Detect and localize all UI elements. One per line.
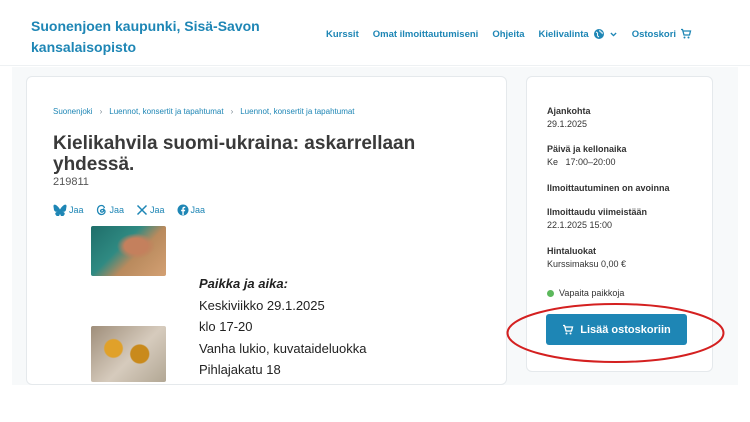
availability-dot-icon — [547, 289, 554, 297]
nav-courses[interactable]: Kurssit — [326, 29, 359, 40]
share-bluesky-button[interactable]: Jaa — [53, 204, 84, 216]
breadcrumb-item-3[interactable]: Luennot, konsertit ja tapahtumat — [240, 107, 354, 116]
breadcrumb-item-2[interactable]: Luennot, konsertit ja tapahtumat — [109, 107, 223, 116]
share-bar: Jaa Jaa Jaa Jaa — [53, 204, 217, 216]
breadcrumb-chevron-icon: › — [99, 107, 103, 116]
time-value: Ke 17:00–20:00 — [547, 157, 616, 167]
time-label: Päivä ja kellonaika — [547, 144, 627, 154]
course-photo-crafts — [91, 226, 166, 276]
description-line: Pihlajakatu 18 — [199, 362, 281, 377]
main-nav: Kurssit Omat ilmoittautumiseni Ohjeita K… — [326, 28, 692, 40]
nav-my-registrations[interactable]: Omat ilmoittautumiseni — [373, 29, 479, 40]
site-header: Suonenjoen kaupunki, Sisä-Savon kansalai… — [0, 0, 750, 66]
price-label: Hintaluokat — [547, 246, 597, 256]
breadcrumb-chevron-icon: › — [230, 107, 234, 116]
time-field: Päivä ja kellonaika Ke 17:00–20:00 — [547, 143, 627, 169]
course-description: Paikka ja aika: Keskiviikko 29.1.2025 kl… — [199, 273, 366, 381]
nav-cart[interactable]: Ostoskori — [632, 28, 692, 40]
site-brand-link[interactable]: Suonenjoen kaupunki, Sisä-Savon kansalai… — [31, 16, 291, 58]
share-x-button[interactable]: Jaa — [136, 204, 165, 216]
threads-icon — [96, 204, 106, 216]
registration-open-text: Ilmoittautuminen on avoinna — [547, 183, 670, 193]
deadline-value: 22.1.2025 15:00 — [547, 220, 613, 230]
date-label: Ajankohta — [547, 106, 591, 116]
availability-status: Vapaita paikkoja — [547, 288, 624, 298]
course-details-card: Suonenjoki › Luennot, konsertit ja tapah… — [26, 76, 507, 385]
registration-open-field: Ilmoittautuminen on avoinna — [547, 182, 670, 195]
breadcrumb: Suonenjoki › Luennot, konsertit ja tapah… — [53, 107, 355, 116]
chevron-down-icon — [610, 32, 617, 37]
share-x-label: Jaa — [150, 205, 165, 215]
description-line: Vanha lukio, kuvataideluokka — [199, 340, 367, 356]
deadline-label: Ilmoittaudu viimeistään — [547, 207, 648, 217]
cart-icon — [681, 28, 692, 39]
availability-text: Vapaita paikkoja — [559, 288, 625, 298]
deadline-field: Ilmoittaudu viimeistään 22.1.2025 15:00 — [547, 206, 647, 232]
course-title: Kielikahvila suomi-ukraina: askarrellaan… — [53, 133, 416, 175]
description-heading: Paikka ja aika: — [199, 276, 288, 291]
share-facebook-button[interactable]: Jaa — [177, 204, 206, 216]
breadcrumb-item-1[interactable]: Suonenjoki — [53, 107, 93, 116]
description-line: klo 17-20 — [199, 319, 253, 334]
nav-cart-label: Ostoskori — [631, 28, 677, 40]
nav-language-label: Kielivalinta — [538, 28, 589, 40]
globe-icon — [593, 29, 604, 39]
share-bluesky-label: Jaa — [69, 205, 84, 215]
x-icon — [137, 204, 148, 216]
course-photo-decorations — [91, 326, 166, 382]
description-line: Keskiviikko 29.1.2025 — [199, 297, 325, 313]
share-threads-button[interactable]: Jaa — [96, 204, 125, 216]
date-field: Ajankohta 29.1.2025 — [547, 105, 591, 131]
share-threads-label: Jaa — [109, 205, 125, 215]
nav-help[interactable]: Ohjeita — [492, 29, 524, 40]
price-field: Hintaluokat Kurssimaksu 0,00 € — [547, 245, 626, 271]
share-facebook-label: Jaa — [190, 205, 206, 215]
date-value: 29.1.2025 — [547, 119, 588, 129]
highlight-ellipse — [506, 303, 725, 363]
nav-language-select[interactable]: Kielivalinta — [539, 28, 618, 40]
bluesky-icon — [53, 204, 67, 216]
facebook-icon — [177, 204, 189, 216]
price-value: Kurssimaksu 0,00 € — [547, 259, 627, 269]
course-code: 219811 — [53, 176, 89, 188]
